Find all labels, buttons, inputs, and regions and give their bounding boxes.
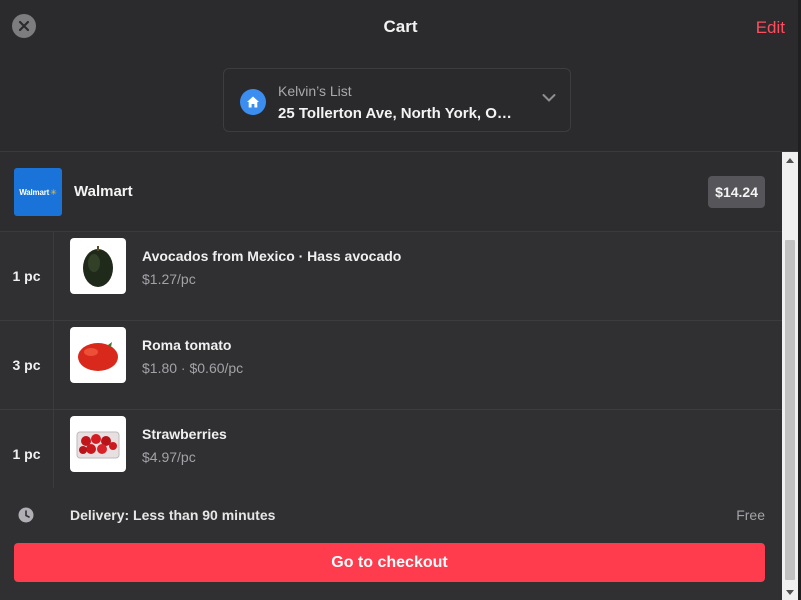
cart-item-row[interactable]: 3 pc Roma tomato $1.80 · $0.60/pc — [0, 321, 782, 410]
strawberries-image — [70, 416, 126, 472]
checkout-button[interactable]: Go to checkout — [14, 543, 765, 582]
item-quantity[interactable]: 1 pc — [0, 410, 54, 498]
list-selector-dropdown[interactable]: Kelvin’s List 25 Tollerton Ave, North Yo… — [223, 68, 571, 132]
item-name: Roma tomato — [142, 337, 232, 353]
item-price: $4.97/pc — [142, 449, 196, 465]
item-price: $1.27/pc — [142, 271, 196, 287]
edit-button[interactable]: Edit — [756, 18, 785, 38]
delivery-row: Delivery: Less than 90 minutes Free — [0, 488, 782, 543]
chevron-down-icon — [542, 94, 556, 102]
cart-item-row[interactable]: 1 pc Strawberries $4.97/pc — [0, 410, 782, 499]
avocado-image — [70, 238, 126, 294]
page-title: Cart — [383, 17, 418, 36]
list-address: 25 Tollerton Ave, North York, O… — [278, 105, 512, 122]
store-name: Walmart — [74, 183, 133, 200]
cart-item-row[interactable]: 1 pc Avocados from Mexico · Hass avocado… — [0, 232, 782, 321]
item-price: $1.80 · $0.60/pc — [142, 360, 244, 376]
store-row: Walmart ✳ Walmart $14.24 — [0, 152, 782, 232]
item-quantity[interactable]: 1 pc — [0, 232, 54, 320]
item-name: Avocados from Mexico · Hass avocado — [142, 248, 402, 264]
tomato-image — [70, 327, 126, 383]
store-total-badge: $14.24 — [708, 176, 765, 208]
item-name: Strawberries — [142, 426, 227, 442]
delivery-fee: Free — [736, 507, 765, 523]
scrollbar[interactable] — [782, 152, 798, 600]
cart-header: Cart Edit Kelvin’s List 25 Tollerton Ave… — [0, 0, 801, 152]
cart-content: Walmart ✳ Walmart $14.24 1 pc Avocados fr… — [0, 152, 782, 600]
scroll-up-arrow-icon[interactable] — [782, 152, 798, 168]
clock-icon — [18, 507, 34, 523]
scrollbar-thumb[interactable] — [785, 240, 795, 580]
list-name: Kelvin’s List — [278, 83, 352, 99]
scroll-down-arrow-icon[interactable] — [782, 584, 798, 600]
home-icon — [240, 89, 266, 115]
delivery-info: Delivery: Less than 90 minutes — [70, 507, 276, 523]
item-quantity[interactable]: 3 pc — [0, 321, 54, 409]
walmart-logo: Walmart ✳ — [14, 168, 62, 216]
